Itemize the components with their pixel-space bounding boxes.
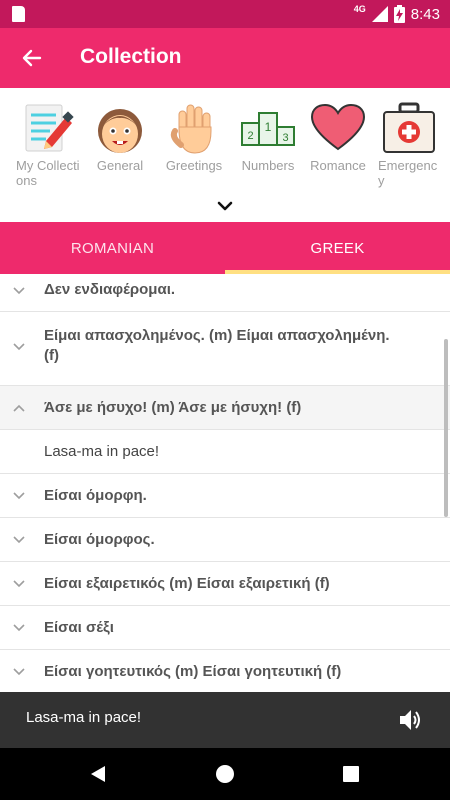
list-item-expanded[interactable]: Άσε με ήσυχο! (m) Άσε με ήσυχη! (f) [0,386,450,430]
page-title: Collection [80,45,182,68]
battery-charging-icon [393,5,405,23]
signal-icon [371,6,388,22]
phrase-text: Δεν ενδιαφέρομαι. [44,281,176,298]
chevron-down-icon [13,668,25,676]
category-romance[interactable]: Romance [305,102,371,173]
phrase-text: Είσαι γοητευτικός (m) Είσαι γοητευτική (… [44,663,342,680]
list-item[interactable]: Είσαι όμορφος. [0,518,450,562]
category-my-collections[interactable]: My Collections [14,102,80,188]
heart-icon [310,102,366,154]
category-label: Emergency [378,158,438,188]
triangle-back-icon [91,766,105,782]
category-label: General [96,158,144,173]
circle-home-icon [216,765,234,783]
square-recents-icon [343,766,359,782]
category-general[interactable]: General [87,102,153,173]
category-emergency[interactable]: Emergency [376,102,442,188]
category-label: Greetings [165,158,223,173]
category-label: My Collections [16,158,80,188]
speaker-button[interactable] [397,707,423,733]
chevron-down-icon [13,343,25,351]
category-strip: My Collections General Greetings 2 1 3 N… [0,88,450,222]
app-bar: Collection [0,28,450,88]
tab-romanian[interactable]: ROMANIAN [0,222,225,274]
nav-back-button[interactable] [86,762,110,786]
speaker-icon [400,710,420,730]
system-nav-bar [0,748,450,800]
list-item[interactable]: Είμαι απασχολημένος. (m) Είμαι απασχολημ… [0,312,450,386]
category-greetings[interactable]: Greetings [161,102,227,173]
chevron-down-icon [217,201,233,211]
chevron-down-icon [13,624,25,632]
scrollbar-thumb[interactable] [444,339,448,517]
phrase-text: Είσαι σέξι [44,619,114,636]
sd-card-icon [12,6,25,22]
chevron-down-icon [13,536,25,544]
waving-hand-icon [166,102,222,154]
phrase-text: Είσαι όμορφος. [44,531,155,548]
first-aid-kit-icon [381,102,437,154]
phrase-text: Είμαι απασχολημένος. (m) Είμαι απασχολημ… [44,327,390,364]
phrase-text: Άσε με ήσυχο! (m) Άσε με ήσυχη! (f) [44,399,302,416]
chevron-down-icon [13,580,25,588]
translation-item[interactable]: Lasa-ma in pace! [0,430,450,474]
nav-recents-button[interactable] [339,762,363,786]
list-item[interactable]: Είσαι σέξι [0,606,450,650]
category-label: Numbers [241,158,295,173]
phrase-list[interactable]: Δεν ενδιαφέρομαι. Είμαι απασχολημένος. (… [0,274,450,692]
nav-home-button[interactable] [213,762,237,786]
language-tabs: ROMANIAN GREEK [0,222,450,274]
now-playing-text: Lasa-ma in pace! [26,709,142,726]
network-type-label: 4G [353,4,366,14]
back-arrow-icon [22,49,42,67]
svg-text:2: 2 [247,130,253,142]
phrase-text: Είσαι εξαιρετικός (m) Είσαι εξαιρετική (… [44,575,330,592]
translation-text: Lasa-ma in pace! [44,443,160,460]
list-item[interactable]: Είσαι όμορφη. [0,474,450,518]
tab-greek[interactable]: GREEK [225,222,450,274]
clock: 8:43 [410,5,440,23]
chevron-down-icon [13,492,25,500]
list-item[interactable]: Είσαι γοητευτικός (m) Είσαι γοητευτική (… [0,650,450,692]
notepad-pencil-icon [19,102,75,154]
category-numbers[interactable]: 2 1 3 Numbers [235,102,301,173]
chevron-down-icon [13,287,25,295]
back-button[interactable] [14,40,50,76]
expand-categories-button[interactable] [214,200,236,214]
category-label: Romance [310,158,366,173]
list-item[interactable]: Είσαι εξαιρετικός (m) Είσαι εξαιρετική (… [0,562,450,606]
svg-text:1: 1 [265,120,272,134]
phrase-text: Είσαι όμορφη. [44,487,147,504]
status-bar: 4G 8:43 [0,0,450,28]
podium-icon: 2 1 3 [240,102,296,154]
smiling-face-icon [92,102,148,154]
audio-player-bar: Lasa-ma in pace! [0,692,450,748]
chevron-up-icon [13,404,25,412]
svg-text:3: 3 [282,132,288,144]
list-item[interactable]: Δεν ενδιαφέρομαι. [0,274,450,312]
